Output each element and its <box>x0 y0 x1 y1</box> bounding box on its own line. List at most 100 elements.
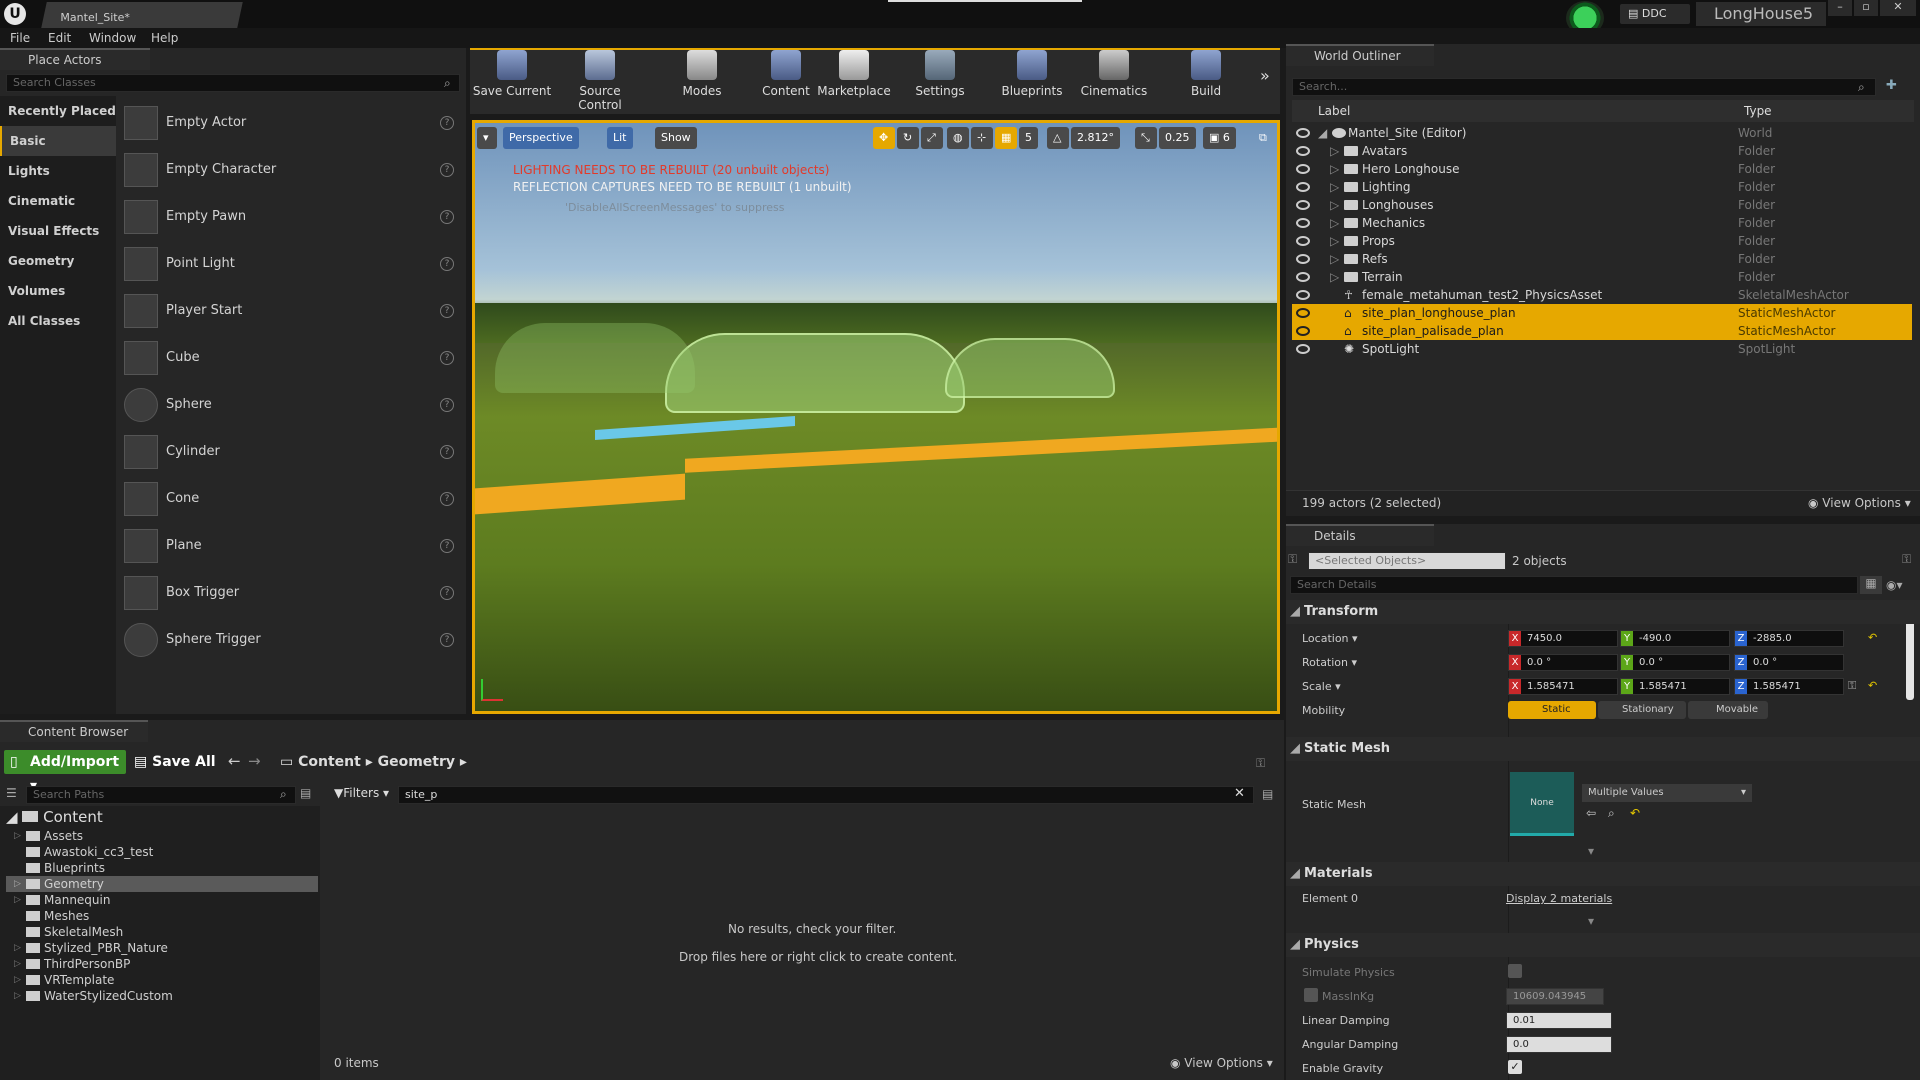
search-paths-input[interactable]: Search Paths <box>26 786 296 804</box>
translate-icon[interactable]: ✥ <box>873 127 895 149</box>
help-icon[interactable]: ? <box>440 445 454 459</box>
grid-size-value[interactable]: 5 <box>1019 127 1038 149</box>
outliner-row-folder[interactable]: ▷ Mechanics Folder <box>1292 214 1912 232</box>
mesh-thumbnail[interactable]: None <box>1510 772 1574 836</box>
ddc-button[interactable]: ▤ DDC <box>1620 4 1690 24</box>
expand-section-icon[interactable]: ▾ <box>1588 914 1594 928</box>
visibility-eye-icon[interactable] <box>1296 146 1310 156</box>
scale-label[interactable]: Scale ▾ <box>1302 680 1341 693</box>
actor-item[interactable]: Cone? <box>120 476 460 522</box>
expand-arrow-icon[interactable]: ▷ <box>1330 178 1339 196</box>
save-search-icon[interactable]: ▤ <box>1262 787 1273 801</box>
rotation-y-field[interactable]: Y 0.0 ° <box>1620 654 1730 671</box>
tree-folder-selected[interactable]: ▷ Geometry <box>6 876 318 892</box>
category-cinematic[interactable]: Cinematic <box>0 186 116 216</box>
mobility-movable-button[interactable]: Movable <box>1688 701 1768 719</box>
category-geometry[interactable]: Geometry <box>0 246 116 276</box>
simulate-physics-checkbox[interactable] <box>1508 964 1522 978</box>
unreal-logo-icon[interactable]: U <box>4 3 26 25</box>
camera-speed-button[interactable]: ▣ 6 <box>1203 127 1236 149</box>
enable-gravity-checkbox[interactable]: ✓ <box>1508 1060 1522 1074</box>
actor-item[interactable]: Box Trigger? <box>120 570 460 616</box>
tree-folder[interactable]: ▷ VRTemplate <box>14 972 114 988</box>
help-icon[interactable]: ? <box>440 163 454 177</box>
actor-item[interactable]: Plane? <box>120 523 460 569</box>
lock-scale-icon[interactable]: ⚿ <box>1848 679 1856 693</box>
search-classes-input[interactable]: Search Classes <box>6 74 460 92</box>
content-browser-tab[interactable]: Content Browser <box>0 720 148 742</box>
unlock-icon[interactable]: ⚿ <box>1902 552 1911 567</box>
details-tab[interactable]: Details <box>1286 524 1434 546</box>
rotation-snap-icon[interactable]: △ <box>1047 127 1069 149</box>
scale-snap-icon[interactable]: ⤡ <box>1135 127 1157 149</box>
category-visual-effects[interactable]: Visual Effects <box>0 216 116 246</box>
mesh-asset-picker[interactable]: Multiple Values ▾ <box>1582 784 1752 802</box>
help-icon[interactable]: ? <box>440 398 454 412</box>
show-button[interactable]: Show <box>655 127 697 149</box>
tree-folder[interactable]: ▷ Assets <box>14 828 83 844</box>
tree-folder[interactable]: ▷ Stylized_PBR_Nature <box>14 940 168 956</box>
back-arrow-icon[interactable]: ← <box>228 752 241 770</box>
use-selected-icon[interactable]: ⇦ <box>1586 806 1596 820</box>
maximize-icon[interactable]: ▫ <box>1854 0 1878 16</box>
outliner-row-folder[interactable]: ▷ Refs Folder <box>1292 250 1912 268</box>
breadcrumb-content[interactable]: Content <box>298 754 361 770</box>
category-all-classes[interactable]: All Classes <box>0 306 116 336</box>
scale-y-field[interactable]: Y 1.585471 <box>1620 678 1730 695</box>
expand-arrow-icon[interactable]: ▷ <box>1330 250 1339 268</box>
location-z-field[interactable]: Z -2885.0 <box>1734 630 1844 647</box>
visibility-eye-icon[interactable] <box>1296 218 1310 228</box>
maximize-viewport-icon[interactable]: ⧉ <box>1259 131 1267 145</box>
cinematics-button[interactable]: Cinematics <box>1072 50 1156 110</box>
mobility-stationary-button[interactable]: Stationary <box>1598 701 1686 719</box>
selected-objects-field[interactable]: <Selected Objects> <box>1308 552 1506 570</box>
settings-button[interactable]: Settings <box>898 50 982 110</box>
column-label[interactable]: Label <box>1318 100 1350 122</box>
breadcrumb-geometry[interactable]: Geometry <box>378 754 455 770</box>
minimize-icon[interactable]: – <box>1828 0 1852 16</box>
tree-root[interactable]: ◢ Content <box>6 808 103 826</box>
actor-item[interactable]: Cylinder? <box>120 429 460 475</box>
display-materials-link[interactable]: Display 2 materials <box>1506 892 1612 905</box>
outliner-row-folder[interactable]: ▷ Props Folder <box>1292 232 1912 250</box>
reset-mesh-icon[interactable]: ↶ <box>1630 806 1640 820</box>
source-control-button[interactable]: Source Control <box>558 50 642 112</box>
help-icon[interactable]: ? <box>440 351 454 365</box>
outliner-row-actor-selected[interactable]: ⌂ site_plan_longhouse_plan StaticMeshActor <box>1292 304 1912 322</box>
transform-section-header[interactable]: ◢ Transform <box>1286 600 1920 624</box>
actor-item[interactable]: Player Start? <box>120 288 460 334</box>
rotation-z-field[interactable]: Z 0.0 ° <box>1734 654 1844 671</box>
visibility-eye-icon[interactable] <box>1296 254 1310 264</box>
mobility-static-button[interactable]: Static <box>1508 701 1596 719</box>
rotation-label[interactable]: Rotation ▾ <box>1302 656 1357 669</box>
category-lights[interactable]: Lights <box>0 156 116 186</box>
visibility-eye-icon[interactable] <box>1296 236 1310 246</box>
visibility-eye-icon[interactable] <box>1296 164 1310 174</box>
expand-arrow-icon[interactable]: ▷ <box>1330 268 1339 286</box>
expand-arrow-icon[interactable]: ▷ <box>1330 196 1339 214</box>
lock-icon[interactable]: ⚿ <box>1288 552 1297 567</box>
mass-field[interactable]: 10609.043945 <box>1506 988 1604 1005</box>
menu-file[interactable]: File <box>10 28 30 48</box>
visibility-eye-icon[interactable] <box>1296 200 1310 210</box>
expand-arrow-icon[interactable]: ◢ <box>1318 124 1327 142</box>
grid-view-icon[interactable]: ▦ <box>1860 576 1882 594</box>
help-icon[interactable]: ? <box>440 116 454 130</box>
scale-snap-value[interactable]: 0.25 <box>1159 127 1196 149</box>
level-viewport[interactable]: ▾ Perspective Lit Show ✥ ↻ ⤢ ◍ ⊹ ▦ 5 △ 2… <box>472 120 1280 714</box>
tree-folder[interactable]: ▷ Mannequin <box>14 892 110 908</box>
help-icon[interactable]: ? <box>440 257 454 271</box>
visibility-eye-icon[interactable] <box>1296 272 1310 282</box>
actor-item[interactable]: Empty Actor? <box>120 100 460 146</box>
location-x-field[interactable]: X 7450.0 <box>1508 630 1618 647</box>
actor-item[interactable]: Sphere? <box>120 382 460 428</box>
angular-damping-field[interactable]: 0.0 <box>1506 1036 1612 1053</box>
world-outliner-tab[interactable]: World Outliner <box>1286 44 1434 66</box>
rotation-x-field[interactable]: X 0.0 ° <box>1508 654 1618 671</box>
expand-arrow-icon[interactable]: ▷ <box>1330 160 1339 178</box>
visibility-eye-icon[interactable] <box>1296 128 1310 138</box>
cb-view-options[interactable]: ◉ View Options ▾ <box>1170 1056 1273 1070</box>
help-icon[interactable]: ? <box>440 210 454 224</box>
category-volumes[interactable]: Volumes <box>0 276 116 306</box>
build-button[interactable]: Build <box>1166 50 1246 110</box>
